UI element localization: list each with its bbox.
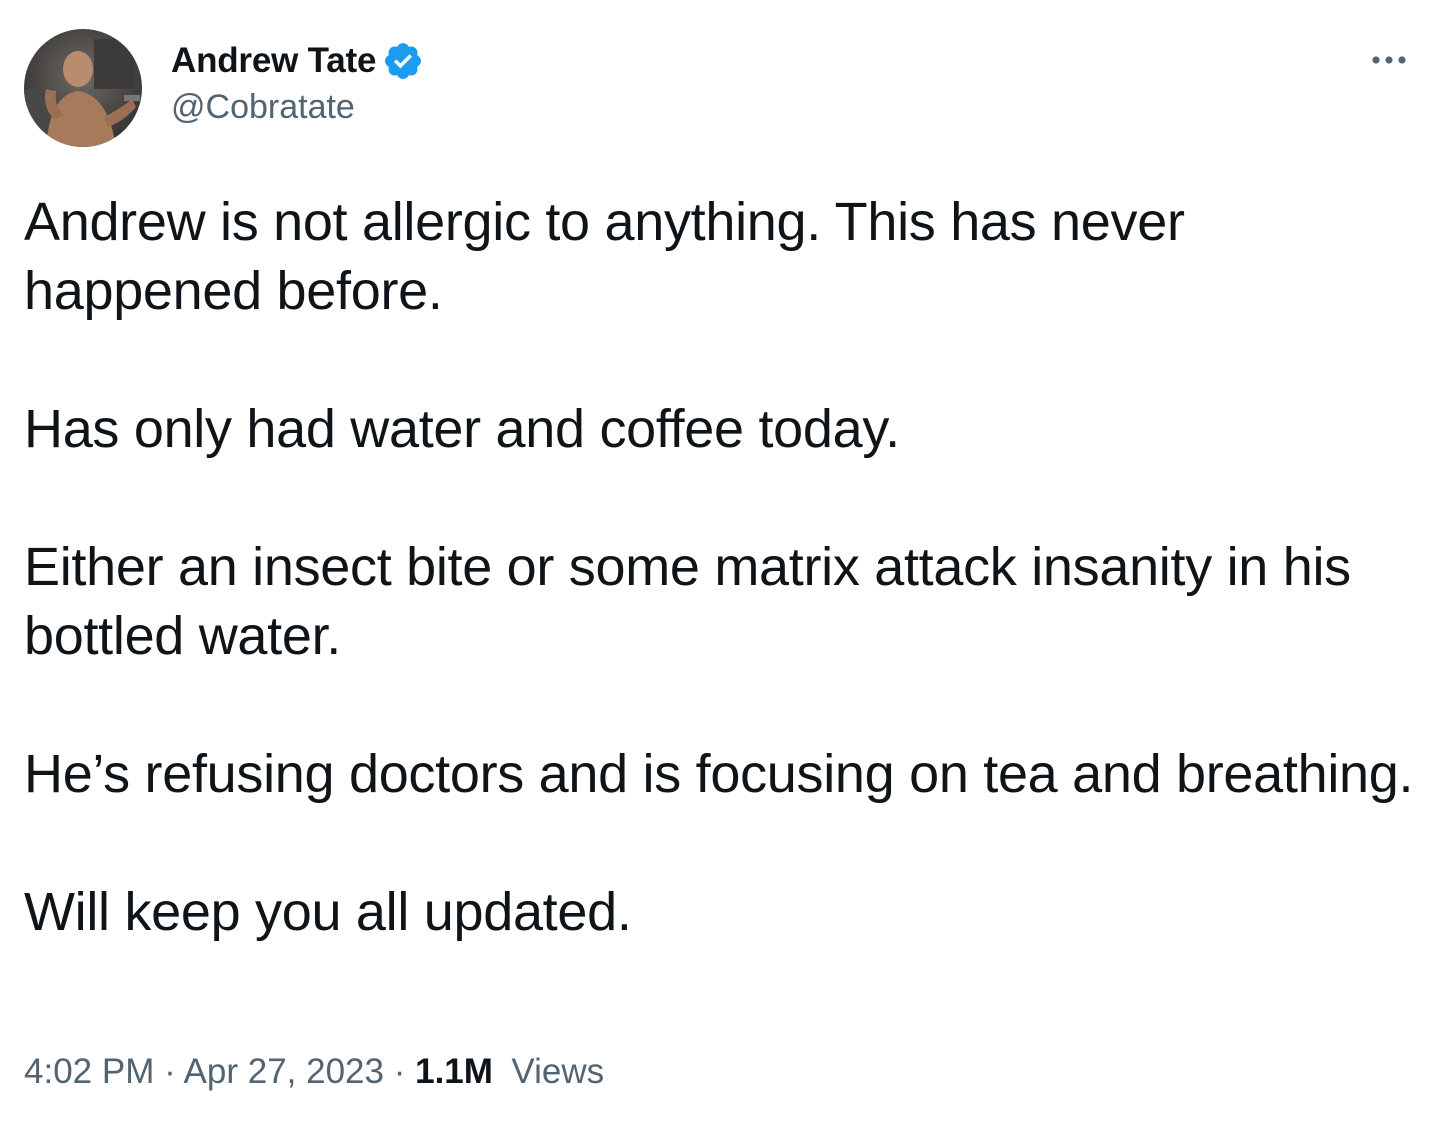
meta-separator: · bbox=[164, 1052, 184, 1091]
tweet-paragraph: He’s refusing doctors and is focusing on… bbox=[24, 744, 1414, 804]
author-handle[interactable]: @Cobratate bbox=[171, 88, 355, 127]
tweet-paragraph: Will keep you all updated. bbox=[24, 882, 632, 942]
tweet-paragraph: Either an insect bite or some matrix att… bbox=[24, 537, 1351, 666]
meta-separator: · bbox=[393, 1052, 416, 1091]
tweet-text: Andrew is not allergic to anything. This… bbox=[24, 188, 1416, 947]
tweet-card: Andrew Tate @Cobratate Andrew is not all… bbox=[0, 0, 1440, 1136]
tweet-paragraph: Andrew is not allergic to anything. This… bbox=[24, 192, 1185, 321]
author-name-row: Andrew Tate bbox=[171, 40, 424, 82]
tweet-meta: 4:02 PM · Apr 27, 2023 · 1.1M Views bbox=[24, 1052, 604, 1092]
views-label: Views bbox=[511, 1052, 605, 1091]
author-display-name[interactable]: Andrew Tate bbox=[171, 41, 376, 81]
tweet-time[interactable]: 4:02 PM bbox=[24, 1052, 154, 1091]
avatar-photo bbox=[24, 29, 142, 147]
verified-badge-icon bbox=[382, 40, 424, 82]
tweet-date[interactable]: Apr 27, 2023 bbox=[184, 1052, 384, 1091]
more-options-icon[interactable] bbox=[1368, 48, 1410, 72]
views-count: 1.1M bbox=[415, 1052, 493, 1091]
tweet-paragraph: Has only had water and coffee today. bbox=[24, 399, 900, 459]
avatar[interactable] bbox=[24, 29, 142, 147]
